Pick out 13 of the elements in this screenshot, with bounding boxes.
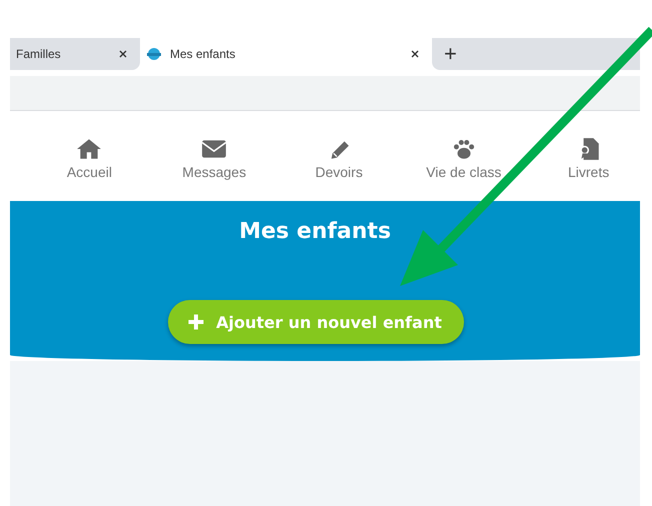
new-tab-button[interactable]: + [444,43,457,65]
close-icon[interactable] [410,49,420,59]
home-icon [76,138,102,160]
nav-item[interactable]: Livrets [537,138,640,180]
nav-item[interactable]: Messages [162,138,266,180]
page-title: Mes enfants [239,219,391,244]
browser-tab[interactable]: Familles [10,38,140,70]
close-icon[interactable] [118,49,128,59]
nav-item[interactable]: Devoirs [288,138,390,180]
nav-item[interactable]: Vie de class [412,138,516,180]
envelope-icon [201,138,228,160]
plus-icon [186,312,206,332]
nav-item[interactable]: Accueil [38,138,141,180]
